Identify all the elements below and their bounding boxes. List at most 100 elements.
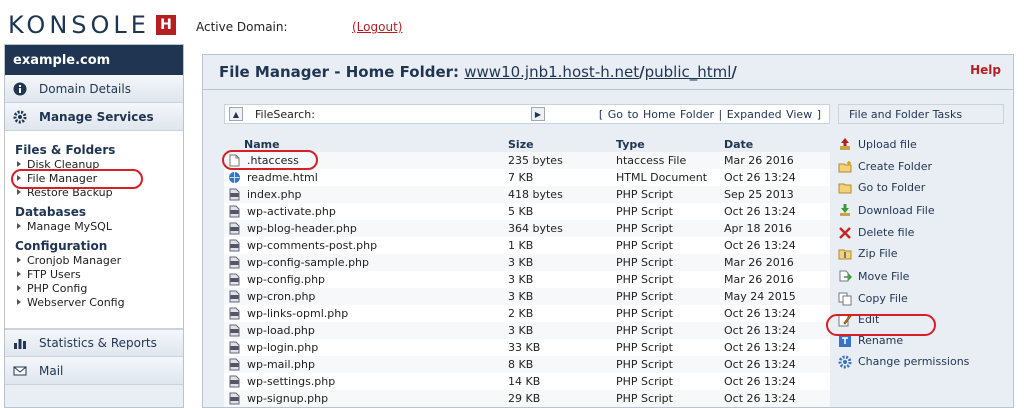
zip-icon	[838, 247, 852, 261]
task-zip-file[interactable]: Zip File	[838, 243, 1008, 264]
file-name-link[interactable]: wp-mail.php	[224, 358, 504, 371]
table-row[interactable]: readme.html 7 KB HTML Document Oct 26 13:24	[224, 169, 830, 186]
table-row[interactable]: wp-login.php 33 KB PHP Script Oct 26 13:24	[224, 339, 830, 356]
cell-size: 235 bytes	[504, 152, 612, 169]
sidebar-link-webserver-config[interactable]: Webserver Config	[15, 295, 183, 309]
table-row[interactable]: index.php 418 bytes PHP Script Sep 25 2013	[224, 186, 830, 203]
column-header-date[interactable]: Date	[720, 136, 830, 152]
logout-link[interactable]: (Logout)	[352, 20, 402, 34]
column-header-size[interactable]: Size	[504, 136, 612, 152]
task-download-file[interactable]: Download File	[838, 198, 1008, 222]
cell-name[interactable]: wp-login.php	[224, 339, 504, 356]
file-name-link[interactable]: wp-links-opml.php	[224, 307, 504, 320]
table-row[interactable]: wp-load.php 3 KB PHP Script Oct 26 13:24	[224, 322, 830, 339]
cell-name[interactable]: wp-mail.php	[224, 356, 504, 373]
file-name-link[interactable]: wp-blog-header.php	[224, 222, 504, 235]
file-search-label: FileSearch:	[255, 107, 315, 121]
file-search-input[interactable]	[318, 107, 527, 121]
cell-name[interactable]: wp-config.php	[224, 271, 504, 288]
sidebar-link-cronjob-manager[interactable]: Cronjob Manager	[15, 253, 183, 267]
cell-name[interactable]: wp-comments-post.php	[224, 237, 504, 254]
task-copy-file[interactable]: Copy File	[838, 288, 1008, 309]
file-name-link[interactable]: wp-login.php	[224, 341, 504, 354]
copy-icon	[838, 292, 852, 306]
cell-name[interactable]: wp-load.php	[224, 322, 504, 339]
file-name: wp-comments-post.php	[247, 239, 378, 252]
php-file-icon	[228, 392, 241, 405]
path-folder-link[interactable]: public_html	[645, 63, 732, 81]
table-row[interactable]: wp-links-opml.php 2 KB PHP Script Oct 26 13…	[224, 305, 830, 322]
task-rename[interactable]: Rename	[838, 330, 1008, 351]
table-row[interactable]: .htaccess 235 bytes htaccess File Mar 26 20…	[224, 152, 830, 169]
cell-size: 29 KB	[504, 390, 612, 407]
cell-name[interactable]: wp-cron.php	[224, 288, 504, 305]
cell-name[interactable]: index.php	[224, 186, 504, 203]
table-row[interactable]: wp-config.php 3 KB PHP Script Mar 26 2016	[224, 271, 830, 288]
link-separator: |	[718, 107, 723, 121]
task-move-file[interactable]: Move File	[838, 264, 1008, 288]
task-create-folder[interactable]: Create Folder	[838, 156, 1008, 177]
cell-name[interactable]: .htaccess	[224, 152, 504, 169]
search-go-icon[interactable]: ▶	[530, 107, 545, 121]
task-delete-file[interactable]: Delete file	[838, 222, 1008, 243]
sidebar-item-statistics-reports[interactable]: Statistics & Reports	[5, 329, 183, 357]
file-name-link[interactable]: wp-load.php	[224, 324, 504, 337]
cell-name[interactable]: wp-blog-header.php	[224, 220, 504, 237]
sidebar-link-ftp-users[interactable]: FTP Users	[15, 267, 183, 281]
cell-name[interactable]: wp-settings.php	[224, 373, 504, 390]
php-file-icon	[228, 239, 241, 252]
file-name: wp-config.php	[247, 273, 326, 286]
cell-date: Mar 26 2016	[720, 254, 830, 271]
cell-date: Oct 26 13:24	[720, 373, 830, 390]
task-label: Upload file	[858, 137, 917, 151]
table-row[interactable]: wp-comments-post.php 1 KB PHP Script Oct 26…	[224, 237, 830, 254]
table-row[interactable]: wp-activate.php 5 KB PHP Script Oct 26 13:2…	[224, 203, 830, 220]
cell-type: PHP Script	[612, 237, 720, 254]
file-name-link[interactable]: wp-activate.php	[224, 205, 504, 218]
table-row[interactable]: wp-signup.php 29 KB PHP Script Oct 26 13:24	[224, 390, 830, 407]
table-row[interactable]: wp-config-sample.php 3 KB PHP Script Mar 26…	[224, 254, 830, 271]
sidebar-link-manage-mysql[interactable]: Manage MySQL	[15, 219, 183, 233]
cell-name[interactable]: wp-signup.php	[224, 390, 504, 407]
column-header-type[interactable]: Type	[612, 136, 720, 152]
table-row[interactable]: wp-blog-header.php 364 bytes PHP Script Apr…	[224, 220, 830, 237]
file-name-link[interactable]: wp-config.php	[224, 273, 504, 286]
expanded-view-link[interactable]: Expanded View	[727, 108, 813, 121]
file-name-link[interactable]: .htaccess	[224, 154, 504, 167]
file-name-link[interactable]: wp-comments-post.php	[224, 239, 504, 252]
help-link[interactable]: Help	[970, 63, 1001, 77]
cell-name[interactable]: wp-config-sample.php	[224, 254, 504, 271]
go-home-folder-link[interactable]: Go to Home Folder	[608, 108, 714, 121]
sidebar-item-domain-details[interactable]: Domain Details	[5, 75, 183, 103]
upload-icon	[838, 137, 852, 151]
file-name-link[interactable]: wp-signup.php	[224, 392, 504, 405]
table-row[interactable]: wp-mail.php 8 KB PHP Script Oct 26 13:24	[224, 356, 830, 373]
up-arrow-icon[interactable]: ▲	[229, 107, 243, 121]
file-name-link[interactable]: wp-settings.php	[224, 375, 504, 388]
path-host-link[interactable]: www10.jnb1.host-h.net	[464, 63, 639, 81]
task-label: Download File	[858, 203, 935, 217]
table-row[interactable]: wp-cron.php 3 KB PHP Script May 24 2015	[224, 288, 830, 305]
task-go-to-folder[interactable]: Go to Folder	[838, 177, 1008, 198]
file-name-link[interactable]: index.php	[224, 188, 504, 201]
task-upload-file[interactable]: Upload file	[838, 132, 1008, 156]
task-change-permissions[interactable]: Change permissions	[838, 351, 1008, 372]
sidebar-link-php-config[interactable]: PHP Config	[15, 281, 183, 295]
file-name-link[interactable]: readme.html	[224, 171, 504, 184]
column-header-name[interactable]: Name	[224, 136, 504, 152]
table-row[interactable]: wp-settings.php 14 KB PHP Script Oct 26 13:…	[224, 373, 830, 390]
sidebar-item-manage-services[interactable]: Manage Services	[5, 103, 183, 131]
file-name-link[interactable]: wp-config-sample.php	[224, 256, 504, 269]
sidebar-item-label: Statistics & Reports	[39, 336, 157, 350]
cell-size: 3 KB	[504, 254, 612, 271]
file-name-link[interactable]: wp-cron.php	[224, 290, 504, 303]
cell-name[interactable]: readme.html	[224, 169, 504, 186]
title-divider	[203, 89, 1013, 90]
info-icon	[13, 82, 27, 96]
cell-size: 7 KB	[504, 169, 612, 186]
cell-name[interactable]: wp-activate.php	[224, 203, 504, 220]
cell-name[interactable]: wp-links-opml.php	[224, 305, 504, 322]
task-edit[interactable]: Edit	[838, 309, 1008, 330]
sidebar-link-file-manager[interactable]: File Manager	[11, 169, 183, 189]
sidebar-item-mail[interactable]: Mail	[5, 357, 183, 385]
